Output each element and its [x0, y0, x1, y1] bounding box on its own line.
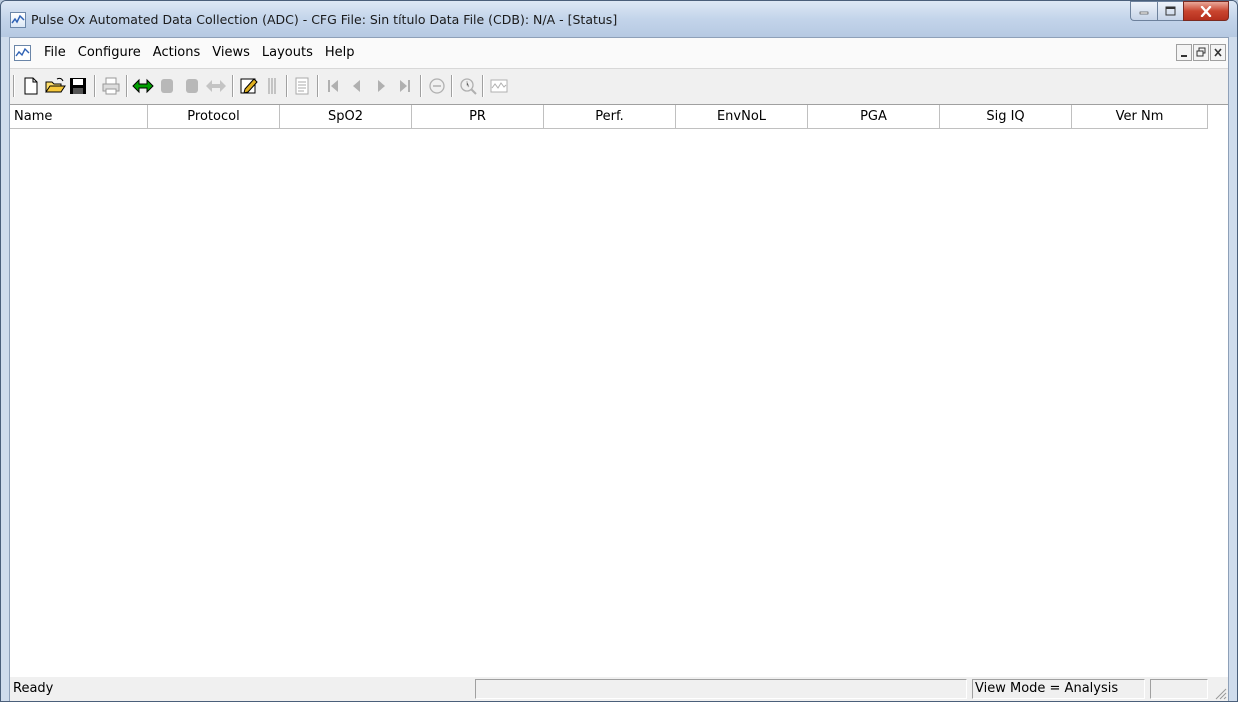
main-window: Pulse Ox Automated Data Collection (ADC)… [0, 0, 1238, 702]
app-icon[interactable] [10, 12, 26, 28]
window-title: Pulse Ox Automated Data Collection (ADC)… [31, 12, 618, 27]
print-icon [102, 77, 120, 95]
connect-button[interactable] [132, 75, 154, 97]
child-window-icon[interactable] [14, 45, 31, 61]
menu-views[interactable]: Views [206, 38, 256, 68]
status-panel-extra [1150, 679, 1208, 699]
remove-button[interactable] [426, 75, 448, 97]
record-button[interactable] [156, 75, 178, 97]
menu-items: File Configure Actions Views Layouts Hel… [38, 38, 361, 68]
stop-button[interactable] [181, 75, 203, 97]
open-folder-button[interactable] [44, 75, 66, 97]
save-icon [70, 78, 86, 94]
close-button[interactable] [1183, 1, 1229, 21]
close-icon [1184, 2, 1228, 20]
mdi-client: File Configure Actions Views Layouts Hel… [9, 37, 1229, 701]
edit-notes-button[interactable] [238, 75, 260, 97]
minimize-button[interactable] [1130, 1, 1157, 21]
new-file-button[interactable] [20, 75, 42, 97]
next-record-icon [378, 80, 385, 92]
view-mode-indicator: View Mode = Analysis [972, 679, 1145, 699]
zoom-icon [460, 78, 477, 95]
document-icon [295, 77, 309, 95]
menu-configure[interactable]: Configure [72, 38, 147, 68]
column-header-pr[interactable]: PR [412, 105, 544, 129]
toolbar [10, 69, 1228, 102]
column-header-ver-nm[interactable]: Ver Nm [1072, 105, 1208, 129]
column-header-envnol[interactable]: EnvNoL [676, 105, 808, 129]
child-restore-button[interactable] [1193, 44, 1209, 61]
toolbar-separator [126, 75, 128, 97]
menu-layouts[interactable]: Layouts [256, 38, 319, 68]
first-record-icon [328, 80, 338, 92]
toolbar-separator [482, 75, 484, 97]
toolbar-separator [317, 75, 319, 97]
menu-actions[interactable]: Actions [147, 38, 207, 68]
column-header-name[interactable]: Name [10, 105, 148, 129]
previous-record-button[interactable] [346, 75, 368, 97]
child-restore-icon [1196, 47, 1206, 57]
next-record-button[interactable] [370, 75, 392, 97]
title-bar[interactable]: Pulse Ox Automated Data Collection (ADC)… [1, 1, 1237, 37]
status-panel-empty [475, 679, 967, 699]
maximize-icon [1158, 2, 1183, 20]
resize-grip-icon[interactable] [1213, 686, 1227, 700]
last-record-button[interactable] [394, 75, 416, 97]
remove-icon [429, 78, 445, 94]
toolbar-separator [94, 75, 96, 97]
new-file-icon [24, 77, 38, 95]
menu-file[interactable]: File [38, 38, 72, 68]
markers-button[interactable] [261, 75, 283, 97]
child-window-controls [1176, 44, 1226, 61]
connect-arrows-icon [132, 78, 154, 94]
disconnect-button[interactable] [205, 75, 227, 97]
toolbar-separator [286, 75, 288, 97]
toolbar-grip [13, 75, 15, 97]
child-close-button[interactable] [1210, 44, 1226, 61]
maximize-button[interactable] [1157, 1, 1183, 21]
toolbar-separator [451, 75, 453, 97]
record-icon [161, 79, 173, 93]
status-grid[interactable]: Name Protocol SpO2 PR Perf. EnvNoL PGA S… [10, 104, 1228, 677]
save-button[interactable] [67, 75, 89, 97]
document-button[interactable] [291, 75, 313, 97]
menu-bar: File Configure Actions Views Layouts Hel… [10, 38, 1228, 69]
column-header-protocol[interactable]: Protocol [148, 105, 280, 129]
menu-help[interactable]: Help [319, 38, 361, 68]
open-folder-icon [45, 77, 66, 93]
edit-notes-icon [240, 78, 258, 94]
column-header-sig-iq[interactable]: Sig IQ [940, 105, 1072, 129]
column-header-pga[interactable]: PGA [808, 105, 940, 129]
child-minimize-icon [1181, 55, 1187, 57]
markers-icon [268, 78, 276, 94]
status-message: Ready [13, 681, 54, 696]
disconnect-arrows-icon [206, 80, 226, 92]
toolbar-separator [232, 75, 234, 97]
zoom-button[interactable] [457, 75, 479, 97]
print-button[interactable] [100, 75, 122, 97]
toolbar-separator [420, 75, 422, 97]
grid-header: Name Protocol SpO2 PR Perf. EnvNoL PGA S… [10, 105, 1228, 129]
stop-icon [186, 79, 198, 93]
column-header-spo2[interactable]: SpO2 [280, 105, 412, 129]
previous-record-icon [353, 80, 360, 92]
column-header-perf[interactable]: Perf. [544, 105, 676, 129]
status-bar: Ready View Mode = Analysis [10, 677, 1228, 701]
waveform-icon [490, 79, 508, 93]
minimize-icon [1131, 2, 1157, 20]
last-record-icon [400, 80, 410, 92]
waveform-button[interactable] [488, 75, 510, 97]
child-close-icon [1214, 48, 1222, 57]
caption-buttons [1130, 1, 1229, 23]
child-minimize-button[interactable] [1176, 44, 1192, 61]
first-record-button[interactable] [322, 75, 344, 97]
